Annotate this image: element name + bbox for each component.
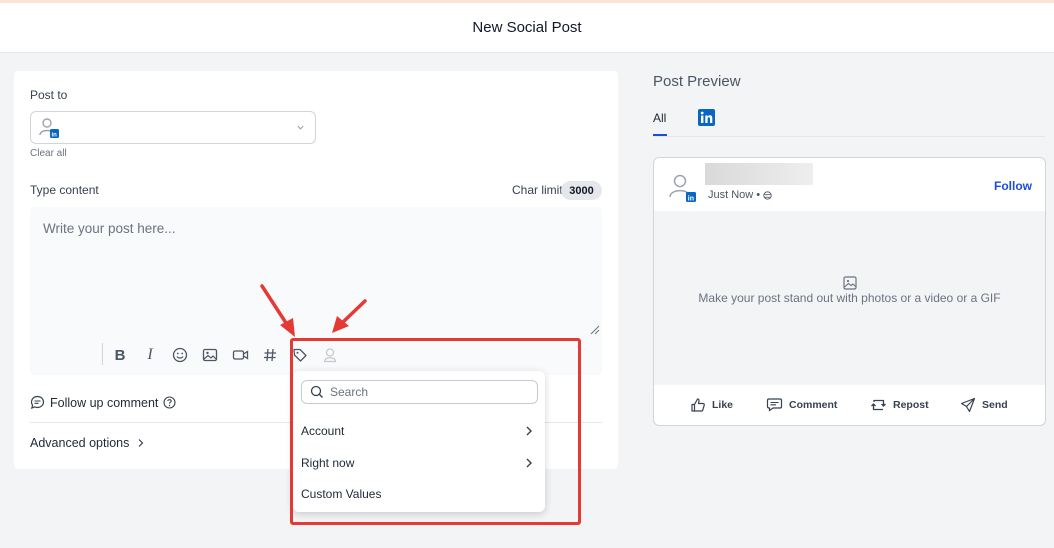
hashtag-icon — [264, 348, 276, 362]
chevron-right-icon — [138, 439, 144, 447]
advanced-options-toggle[interactable]: Advanced options — [30, 436, 145, 450]
comment-action[interactable]: Comment — [766, 397, 837, 412]
send-icon — [960, 397, 976, 413]
video-icon — [232, 350, 248, 360]
preview-avatar-icon: in — [669, 174, 696, 202]
help-icon[interactable] — [163, 396, 176, 409]
preview-timestamp: Just Now • — [708, 189, 772, 201]
emoji-icon — [172, 347, 188, 363]
follow-up-comment-toggle[interactable]: Follow up comment — [30, 395, 176, 410]
repost-action[interactable]: Repost — [870, 397, 929, 413]
send-label: Send — [982, 399, 1008, 411]
emoji-button[interactable] — [170, 345, 190, 365]
media-placeholder-area: Make your post stand out with photos or … — [654, 211, 1045, 385]
type-content-label: Type content — [30, 183, 99, 197]
chevron-down-icon — [297, 125, 304, 130]
page-title: New Social Post — [472, 19, 582, 36]
comment-icon — [30, 395, 45, 409]
post-preview-title: Post Preview — [653, 73, 741, 90]
repost-label: Repost — [893, 399, 929, 411]
advanced-options-label: Advanced options — [30, 436, 130, 450]
bold-button[interactable]: B — [110, 345, 130, 365]
globe-icon — [763, 190, 772, 200]
page-header: New Social Post — [0, 3, 1054, 53]
editor-placeholder: Write your post here... — [43, 221, 176, 236]
account-avatar-icon: in — [39, 118, 59, 139]
comment-icon — [766, 398, 783, 412]
char-limit-badge: 3000 — [561, 181, 602, 200]
thumbs-up-icon — [691, 398, 705, 412]
send-action[interactable]: Send — [960, 397, 1008, 413]
comment-label: Comment — [789, 398, 838, 411]
account-select[interactable]: in — [30, 111, 316, 144]
follow-button[interactable]: Follow — [994, 179, 1032, 193]
follow-up-label: Follow up comment — [50, 395, 159, 410]
post-to-label: Post to — [30, 88, 68, 102]
media-placeholder-text: Make your post stand out with photos or … — [698, 291, 1001, 305]
preview-time-label: Just Now • — [708, 189, 761, 201]
clear-all-link[interactable]: Clear all — [30, 148, 67, 159]
preview-tabs: All — [653, 105, 1045, 137]
active-tab-indicator — [653, 134, 667, 136]
image-button[interactable] — [200, 345, 220, 365]
linkedin-icon[interactable] — [698, 109, 715, 126]
linkedin-preview-card: in Just Now • Follow Make your post stan… — [653, 157, 1046, 426]
char-limit-label: Char limit: — [511, 183, 566, 197]
preview-account-name-redacted — [705, 163, 813, 185]
resize-handle-icon[interactable] — [590, 325, 600, 335]
svg-text:in: in — [52, 133, 58, 139]
image-icon — [202, 348, 218, 362]
toolbar-divider — [102, 343, 103, 365]
italic-button[interactable]: I — [140, 345, 160, 365]
annotation-highlight-box — [290, 338, 581, 525]
repost-icon — [871, 399, 886, 411]
preview-action-bar: Like Comment Repost Send — [654, 385, 1045, 425]
image-icon — [843, 276, 857, 290]
like-label: Like — [712, 399, 734, 411]
bold-icon: B — [114, 346, 126, 364]
like-action[interactable]: Like — [690, 397, 733, 413]
svg-text:in: in — [688, 195, 694, 202]
hashtag-button[interactable] — [260, 345, 280, 365]
italic-icon: I — [147, 346, 153, 363]
video-button[interactable] — [230, 345, 250, 365]
